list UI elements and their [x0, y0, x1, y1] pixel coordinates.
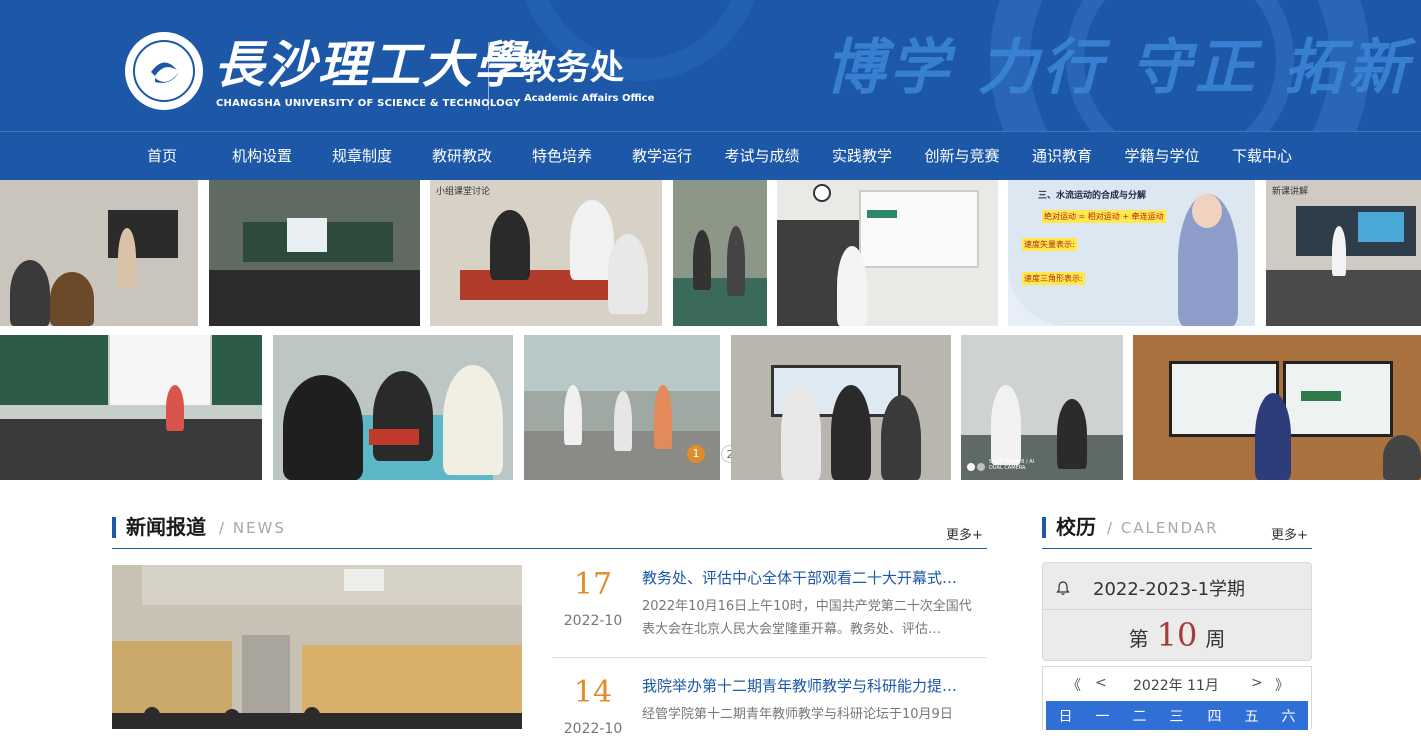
nav-item-special-training[interactable]: 特色培养 — [522, 132, 602, 181]
school-motto: 博学 力行 守正 拓新 — [825, 33, 1412, 103]
week-suffix: 周 — [1205, 627, 1226, 651]
week-number: 10 — [1156, 616, 1198, 654]
news-feature-image[interactable] — [112, 565, 522, 729]
nav-item-innovation-competition[interactable]: 创新与竞赛 — [916, 132, 1008, 181]
banner-photo[interactable]: 三、水流运动的合成与分解 绝对运动 = 相对运动 + 牵连运动 速度矢量表示: … — [1008, 180, 1255, 326]
main-nav: 首页 机构设置 规章制度 教研教改 特色培养 教学运行 考试与成绩 实践教学 创… — [0, 131, 1421, 180]
news-summary: 经管学院第十二期青年教师教学与科研论坛于10月9日 — [642, 707, 953, 722]
weekday-label: 三 — [1169, 709, 1184, 725]
bell-icon — [1056, 581, 1070, 595]
banner-photo[interactable]: 1 — [524, 335, 720, 480]
news-date-year-month: 2022-10 — [563, 613, 623, 629]
weekday-header: 日 一 二 三 四 五 六 — [1046, 701, 1308, 730]
photo-caption: 绝对运动 = 相对运动 + 牵连运动 — [1042, 210, 1166, 223]
banner-photo[interactable]: 新课讲解 — [1266, 180, 1421, 326]
nav-item-exams-grades[interactable]: 考试与成绩 — [716, 132, 808, 181]
term-label: 2022-2023-1学期 — [1093, 579, 1246, 600]
photo-caption: 速度矢量表示: — [1022, 238, 1077, 251]
banner-photo[interactable] — [0, 180, 198, 326]
office-name-cn: 教务处 — [522, 48, 624, 88]
nav-item-organization[interactable]: 机构设置 — [222, 132, 302, 181]
banner-photo[interactable]: SHOT ON MI 8 / AI DUAL CAMERA — [961, 335, 1123, 480]
banner-photo[interactable] — [273, 335, 513, 480]
nav-item-student-status-degree[interactable]: 学籍与学位 — [1116, 132, 1208, 181]
nav-item-teaching-reform[interactable]: 教研教改 — [422, 132, 502, 181]
banner-photo[interactable] — [673, 180, 767, 326]
weekday-label: 日 — [1058, 709, 1073, 725]
news-date-year-month: 2022-10 — [563, 721, 623, 737]
term-week-panel: 2022-2023-1学期 第 10 周 — [1042, 562, 1312, 661]
month-calendar: 《 < 2022年 11月 > 》 日 一 二 三 四 五 六 — [1042, 666, 1312, 730]
nav-item-practice-teaching[interactable]: 实践教学 — [822, 132, 902, 181]
calendar-month-label: 2022年 11月 — [1133, 678, 1219, 694]
prev-month-button[interactable]: < — [1095, 675, 1107, 691]
news-section-subtitle: / NEWS — [219, 519, 286, 537]
nav-item-general-education[interactable]: 通识教育 — [1022, 132, 1102, 181]
university-name-en: CHANGSHA UNIVERSITY OF SCIENCE & TECHNOL… — [216, 98, 521, 109]
weekday-label: 六 — [1281, 709, 1296, 725]
calendar-more-link[interactable]: 更多+ — [1271, 524, 1308, 543]
prev-year-button[interactable]: 《 — [1067, 675, 1081, 695]
news-divider — [112, 548, 987, 549]
banner-photo[interactable] — [777, 180, 998, 326]
news-date-day: 14 — [573, 675, 613, 710]
photo-caption: 新课讲解 — [1272, 187, 1309, 197]
news-title-bar — [112, 517, 116, 538]
carousel-dot-1[interactable]: 1 — [687, 445, 705, 463]
office-name-en: Academic Affairs Office — [524, 93, 655, 104]
banner-photo[interactable] — [0, 335, 262, 480]
banner-photo[interactable] — [209, 180, 420, 326]
news-section-title: 新闻报道 — [126, 515, 206, 539]
calendar-divider — [1042, 548, 1312, 549]
next-month-button[interactable]: > — [1251, 675, 1263, 691]
calendar-section-subtitle: / CALENDAR — [1107, 519, 1219, 537]
nav-item-teaching-operation[interactable]: 教学运行 — [622, 132, 702, 181]
photo-caption: 小组课堂讨论 — [436, 187, 491, 197]
nav-item-regulations[interactable]: 规章制度 — [322, 132, 402, 181]
news-more-link[interactable]: 更多+ — [946, 524, 983, 543]
banner-photo[interactable]: 小组课堂讨论 — [430, 180, 662, 326]
weekday-label: 五 — [1244, 709, 1259, 725]
photo-banner-carousel[interactable]: 小组课堂讨论 三、水流运动的合成与分解 绝对运动 = 相对运动 + 牵连运动 速… — [0, 180, 1421, 480]
news-date-day: 17 — [573, 567, 613, 602]
week-prefix: 第 — [1128, 627, 1149, 651]
photo-caption: 速度三角形表示: — [1022, 272, 1085, 285]
photo-caption: SHOT ON MI 8 / AI DUAL CAMERA — [989, 459, 1035, 471]
site-header: 長沙理工大學 CHANGSHA UNIVERSITY OF SCIENCE & … — [0, 0, 1421, 131]
weekday-label: 一 — [1095, 709, 1110, 725]
news-title-link[interactable]: 教务处、评估中心全体干部观看二十大开幕式… — [642, 567, 982, 588]
banner-photo[interactable] — [731, 335, 951, 480]
news-title-link[interactable]: 我院举办第十二期青年教师教学与科研能力提… — [642, 675, 982, 696]
nav-item-download-center[interactable]: 下载中心 — [1222, 132, 1302, 181]
calendar-section-title: 校历 — [1056, 515, 1096, 539]
news-summary: 2022年10月16日上午10时，中国共产党第二十次全国代表大会在北京人民大会堂… — [642, 599, 972, 637]
banner-photo[interactable] — [1133, 335, 1421, 480]
photo-caption: 三、水流运动的合成与分解 — [1038, 191, 1147, 201]
news-item-divider — [552, 657, 987, 658]
weekday-label: 二 — [1132, 709, 1147, 725]
university-logo-emblem[interactable] — [125, 32, 203, 110]
nav-item-home[interactable]: 首页 — [130, 132, 194, 181]
logo-divider — [488, 42, 489, 110]
weekday-label: 四 — [1207, 709, 1222, 725]
university-name-cn[interactable]: 長沙理工大學 — [214, 36, 526, 94]
current-week: 第 10 周 — [1043, 613, 1311, 661]
next-year-button[interactable]: 》 — [1275, 675, 1289, 695]
calendar-title-bar — [1042, 517, 1046, 538]
